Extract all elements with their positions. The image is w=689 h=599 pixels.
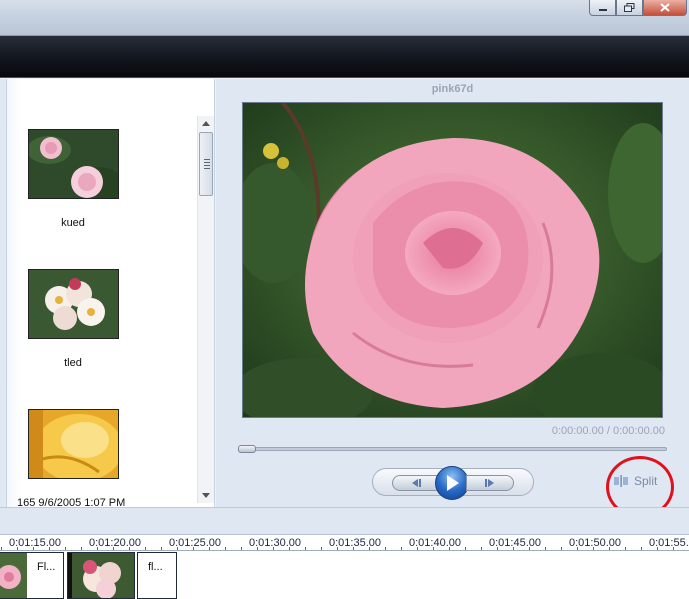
ruler-minor-tick: [209, 547, 210, 550]
ruler-minor-tick: [289, 547, 290, 550]
ruler-minor-tick: [497, 547, 498, 550]
close-icon: [660, 3, 670, 12]
ruler-minor-tick: [273, 547, 274, 550]
time-readout: 0:00:00.00 / 0:00:00.00: [551, 425, 665, 437]
window-controls: [589, 0, 687, 16]
ruler-minor-tick: [65, 547, 66, 550]
close-button[interactable]: [643, 0, 687, 16]
flower-thumbnail: [29, 270, 118, 338]
play-button[interactable]: [435, 466, 469, 500]
clip-thumbnail: [0, 553, 27, 598]
scroll-up-icon[interactable]: [202, 121, 210, 126]
timeline-clip[interactable]: fl...: [137, 552, 177, 599]
ruler-minor-tick: [449, 547, 450, 550]
minimize-button[interactable]: [589, 0, 616, 16]
ruler-minor-tick: [225, 547, 226, 550]
ruler-minor-tick: [641, 547, 642, 550]
seek-thumb[interactable]: [238, 445, 256, 453]
ruler-minor-tick: [465, 547, 466, 550]
ruler-minor-tick: [385, 547, 386, 550]
next-frame-button[interactable]: [466, 475, 514, 491]
restore-icon: [624, 3, 635, 12]
play-icon: [447, 475, 459, 491]
preview-pane: pink67d 0:00:00.00 / 0:00:00.00 Split: [216, 79, 689, 507]
ruler-minor-tick: [401, 547, 402, 550]
seek-bar[interactable]: [238, 447, 667, 451]
timeline-clip[interactable]: Fl...: [0, 552, 64, 599]
timeline-ruler: 0:01:15.00 0:01:20.00 0:01:25.00 0:01:30…: [0, 534, 689, 551]
ruler-minor-tick: [593, 547, 594, 550]
ruler-minor-tick: [369, 547, 370, 550]
ruler-minor-tick: [433, 547, 434, 550]
scroll-thumb[interactable]: [199, 132, 213, 196]
ruler-minor-tick: [193, 547, 194, 550]
ruler-minor-tick: [113, 547, 114, 550]
ruler-minor-tick: [657, 547, 658, 550]
ruler-minor-tick: [609, 547, 610, 550]
ruler-minor-tick: [321, 547, 322, 550]
timeline-toolbar: [0, 507, 689, 534]
library-thumb-tled[interactable]: [28, 269, 119, 339]
ruler-minor-tick: [561, 547, 562, 550]
ruler-minor-tick: [33, 547, 34, 550]
clip-label: fl...: [148, 561, 163, 573]
pane-edge: [0, 79, 7, 507]
toolbar: [0, 36, 689, 78]
maximize-button[interactable]: [616, 0, 643, 16]
ruler-minor-tick: [81, 547, 82, 550]
library-scrollbar[interactable]: [197, 116, 214, 503]
ruler-minor-tick: [353, 547, 354, 550]
ruler-minor-tick: [305, 547, 306, 550]
yellow-rose-thumbnail: [29, 410, 118, 478]
ruler-minor-tick: [97, 547, 98, 550]
ruler-minor-tick: [49, 547, 50, 550]
timeline-track[interactable]: Fl... fl...: [0, 551, 689, 599]
ruler-minor-tick: [545, 547, 546, 550]
preview-monitor: [242, 102, 663, 418]
ruler-minor-tick: [337, 547, 338, 550]
clip-label: Fl...: [37, 561, 56, 573]
ruler-minor-tick: [145, 547, 146, 550]
scroll-down-icon[interactable]: [202, 493, 210, 498]
ruler-minor-tick: [257, 547, 258, 550]
ruler-minor-tick: [625, 547, 626, 550]
next-icon: [485, 479, 494, 487]
ruler-minor-tick: [577, 547, 578, 550]
ruler-minor-tick: [177, 547, 178, 550]
clip-title: pink67d: [431, 83, 474, 95]
timeline-clip[interactable]: [67, 552, 135, 599]
ruler-minor-tick: [417, 547, 418, 550]
previous-frame-button[interactable]: [392, 475, 440, 491]
library-thumb-kued[interactable]: [28, 129, 119, 199]
ruler-tick: 0:01:55.: [649, 537, 689, 549]
ruler-minor-tick: [241, 547, 242, 550]
library-caption: tled: [64, 357, 82, 369]
pink-rose-image: [243, 103, 662, 417]
library-thumb-yellow[interactable]: [28, 409, 119, 479]
library-caption: kued: [61, 217, 85, 229]
previous-icon: [412, 479, 421, 487]
rose-thumbnail: [29, 130, 118, 198]
library-caption: 165 9/6/2005 1:07 PM: [17, 497, 126, 507]
ruler-minor-tick: [129, 547, 130, 550]
clip-thumbnail: [68, 553, 134, 598]
title-bar: [0, 0, 689, 36]
ruler-minor-tick: [481, 547, 482, 550]
ruler-minor-tick: [1, 547, 2, 550]
ruler-minor-tick: [161, 547, 162, 550]
ruler-minor-tick: [673, 547, 674, 550]
library-pane: kued tled 165 9/6/2005 1:07 PM: [0, 79, 215, 507]
ruler-minor-tick: [513, 547, 514, 550]
ruler-minor-tick: [529, 547, 530, 550]
minimize-icon: [598, 8, 607, 11]
ruler-minor-tick: [17, 547, 18, 550]
playback-controls: [372, 466, 534, 500]
